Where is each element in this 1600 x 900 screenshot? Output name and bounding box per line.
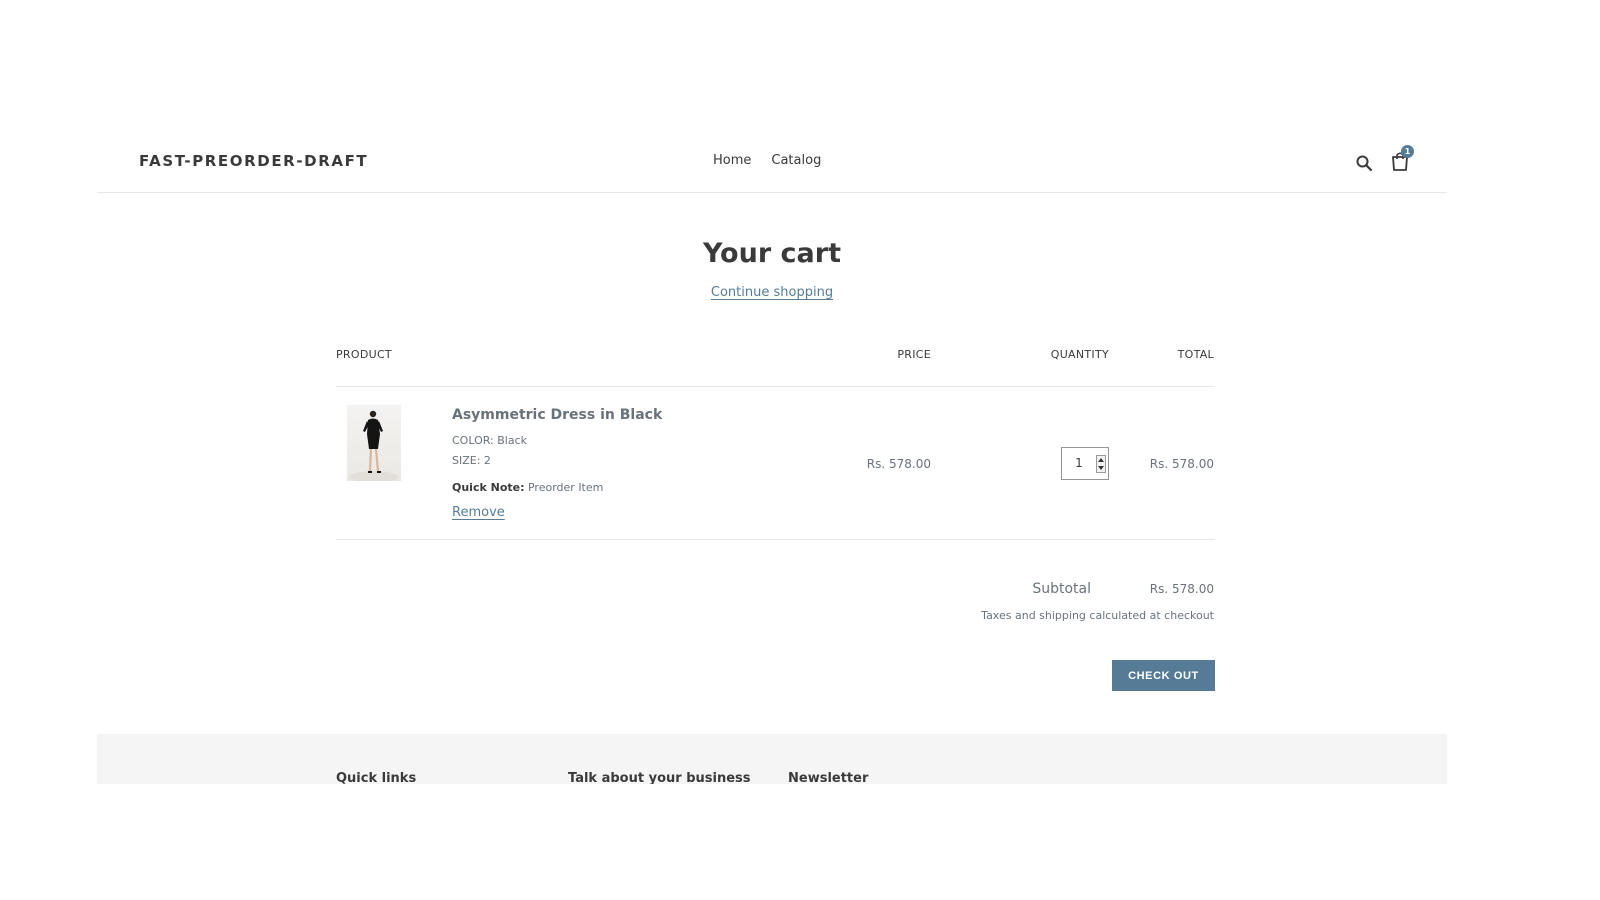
quantity-value[interactable]: 1 [1062,456,1096,470]
continue-shopping-link[interactable]: Continue shopping [711,285,833,300]
footer-heading-business: Talk about your business [568,771,751,784]
subtotal-value: Rs. 578.00 [1149,582,1214,596]
column-header-product: PRODUCT [336,348,392,361]
quantity-input[interactable]: 1 [1061,447,1109,480]
product-quick-note: Quick Note: Preorder Item [452,481,603,494]
main-nav: Home Catalog [713,153,821,168]
continue-shopping: Continue shopping [97,285,1447,300]
store-logo[interactable]: FAST-PREORDER-DRAFT [139,152,368,170]
footer-heading-newsletter: Newsletter [788,771,869,784]
column-header-price: PRICE [897,348,931,361]
checkout-button[interactable]: CHECK OUT [1112,660,1215,691]
footer-heading-quick-links: Quick links [336,771,417,784]
search-icon[interactable] [1355,154,1373,172]
site-header: FAST-PREORDER-DRAFT Home Catalog 1 [97,136,1447,193]
nav-item-catalog[interactable]: Catalog [771,153,821,168]
remove-item-link[interactable]: Remove [452,505,505,520]
taxes-note: Taxes and shipping calculated at checkou… [981,609,1214,622]
product-name[interactable]: Asymmetric Dress in Black [452,407,662,423]
subtotal-label: Subtotal [1032,581,1091,597]
site-footer: Quick links Talk about your business New… [97,734,1447,784]
quick-note-value: Preorder Item [524,481,604,494]
divider [336,386,1215,387]
item-price: Rs. 578.00 [866,457,931,471]
divider [336,539,1215,540]
product-thumbnail[interactable] [347,405,401,481]
cart-count-badge: 1 [1401,145,1414,158]
nav-item-home[interactable]: Home [713,153,751,168]
product-option-color: COLOR: Black [452,434,528,447]
page-title: Your cart [702,238,841,269]
column-header-total: TOTAL [1177,348,1214,361]
quick-note-label: Quick Note: [452,481,525,494]
dress-image-icon [350,410,398,481]
column-header-quantity: QUANTITY [1050,348,1109,361]
page-frame: FAST-PREORDER-DRAFT Home Catalog 1 Your … [97,0,1447,784]
stepper-down-icon[interactable] [1098,466,1104,470]
product-option-size: SIZE: 2 [452,454,491,467]
item-total: Rs. 578.00 [1149,457,1214,471]
quantity-stepper[interactable] [1096,455,1106,473]
stepper-up-icon[interactable] [1098,458,1104,462]
